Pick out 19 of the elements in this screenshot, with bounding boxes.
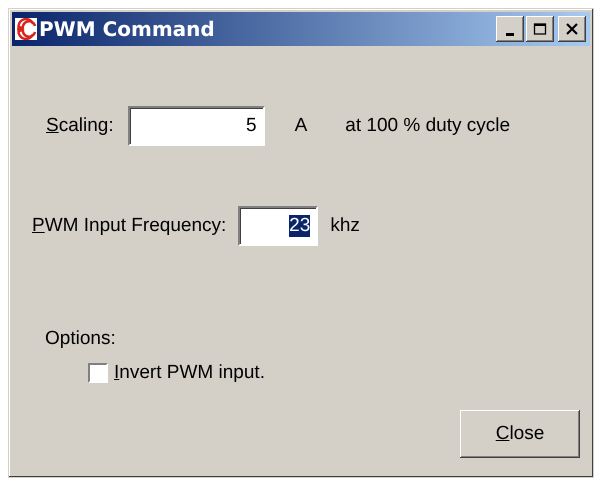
unit-label: khz — [330, 215, 360, 237]
close-dialog-button[interactable]: Close — [460, 410, 580, 458]
close-icon — [565, 23, 579, 35]
close-button[interactable] — [558, 16, 586, 42]
checkbox-label[interactable]: Invert PWM input. — [114, 362, 265, 384]
unit-label: A — [294, 115, 308, 137]
frequency-field[interactable]: 23 — [238, 206, 318, 246]
scaling-field[interactable]: 5 — [128, 106, 265, 146]
scaling-label: Scaling: — [46, 115, 114, 137]
maximize-icon — [533, 23, 547, 35]
app-logo-icon — [15, 18, 37, 40]
duty-cycle-note: at 100 % duty cycle — [345, 115, 510, 137]
checkbox[interactable] — [88, 363, 108, 383]
minimize-icon — [506, 32, 514, 36]
maximize-button[interactable] — [526, 16, 554, 42]
window-title: PWM Command — [39, 17, 216, 41]
options-label: Options: — [44, 328, 117, 350]
minimize-button[interactable] — [496, 16, 524, 42]
frequency-label: PWM Input Frequency: — [32, 215, 226, 237]
